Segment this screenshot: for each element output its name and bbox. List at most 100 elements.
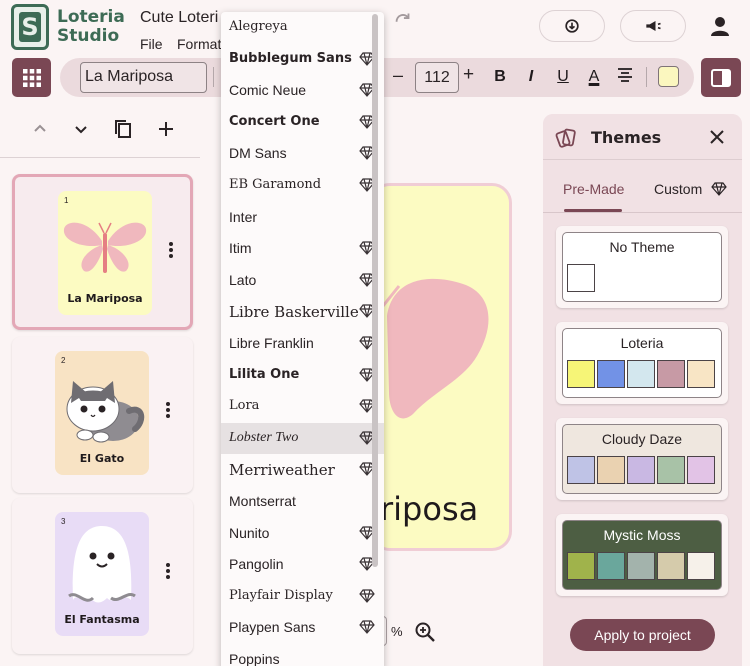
font-option[interactable]: Itim [221,233,384,264]
italic-button[interactable]: I [520,66,542,88]
side-panel-icon [711,68,731,87]
color-swatch [687,360,715,388]
font-option[interactable]: Alegreya [221,12,384,43]
font-option[interactable]: DM Sans [221,138,384,169]
font-option-label: DM Sans [229,145,287,162]
font-option[interactable]: Bubblegum Sans [221,44,384,75]
font-option-label: Inter [229,208,258,225]
font-option[interactable]: Playfair Display [221,581,384,612]
canvas-card-text[interactable]: riposa [380,490,478,528]
announcements-button[interactable] [620,10,686,42]
tab-custom[interactable]: Custom [654,181,702,197]
apply-to-project-button[interactable]: Apply to project [570,619,715,651]
theme-name: Mystic Moss [603,527,681,543]
document-title[interactable]: Cute Loteri [140,9,230,27]
color-swatch [687,552,715,580]
font-option-label: Alegreya [229,19,288,34]
decrease-font-size-button[interactable]: – [393,65,403,86]
zoom-in-icon [415,622,435,642]
card-menu-button[interactable] [165,402,171,422]
app-name-line2: Studio [57,26,120,46]
font-option[interactable]: Playpen Sans [221,612,384,643]
account-icon[interactable] [708,14,732,38]
font-option[interactable]: Inter [221,202,384,233]
font-option[interactable]: Lobster Two [221,422,384,454]
font-option[interactable]: Merriweather [221,454,384,485]
zoom-in-button[interactable] [414,621,436,643]
align-center-button[interactable] [614,66,636,88]
color-swatch [567,264,595,292]
card-menu-button[interactable] [168,242,174,262]
menu-format[interactable]: Format [177,36,221,52]
font-option[interactable]: Libre Baskerville [221,296,384,327]
menu-file[interactable]: File [140,36,163,52]
font-option[interactable]: Concert One [221,107,384,138]
move-up-button[interactable] [30,119,50,139]
cloud-download-icon [565,19,579,33]
theme-card[interactable]: No Theme [556,226,728,308]
app-logo: S [11,4,49,50]
zoom-percent-label: % [391,624,403,639]
font-option[interactable]: Lato [221,265,384,296]
color-swatch [657,360,685,388]
theme-preview: No Theme [562,232,722,302]
font-option-label: Pangolin [229,556,284,573]
font-option[interactable]: Poppins [221,644,384,666]
underline-button[interactable]: U [552,66,574,88]
font-option[interactable]: Lilita One [221,360,384,391]
text-color-button[interactable]: A [583,66,605,88]
add-card-button[interactable] [156,119,176,139]
increase-font-size-button[interactable]: + [463,64,474,86]
cards-grid-button[interactable] [12,58,51,97]
font-option-label: Lora [229,398,260,414]
color-swatch [687,456,715,484]
theme-preview: Mystic Moss [562,520,722,590]
color-swatch [567,360,595,388]
font-option[interactable]: Pangolin [221,549,384,580]
theme-name: No Theme [609,239,675,255]
font-option[interactable]: Comic Neue [221,75,384,106]
tab-premade[interactable]: Pre-Made [563,181,624,197]
premium-gem-icon [359,620,375,635]
font-option[interactable]: Nunito [221,518,384,549]
font-option[interactable]: Montserrat [221,486,384,517]
theme-card[interactable]: Cloudy Daze [556,418,728,500]
app-name: Loteria Studio [57,8,125,46]
color-swatch [627,456,655,484]
text-content-input[interactable]: La Mariposa [80,62,207,93]
font-option[interactable]: Lora [221,391,384,422]
card-label: El Fantasma [64,613,140,626]
font-menu-scrollbar[interactable] [372,14,378,567]
highlight-color-button[interactable] [658,66,679,87]
megaphone-icon [646,21,661,31]
font-option[interactable]: EB Garamond [221,170,384,201]
close-icon[interactable] [708,128,726,146]
save-status-button[interactable] [539,10,605,42]
font-option-label: Lobster Two [229,429,299,445]
align-center-icon [618,68,632,82]
card-list-item[interactable]: 2 El Gato [12,337,193,493]
font-size-input[interactable]: 112 [415,62,459,93]
theme-swatches [567,360,715,388]
theme-card[interactable]: Loteria [556,322,728,404]
font-option-label: Concert One [229,113,320,129]
theme-swatches [567,456,715,484]
theme-card[interactable]: Mystic Moss [556,514,728,596]
card-menu-button[interactable] [165,563,171,583]
color-swatch [627,360,655,388]
move-down-button[interactable] [71,119,91,139]
font-option[interactable]: Libre Franklin [221,328,384,359]
card-list-item[interactable]: 1 La Mariposa [12,174,193,330]
color-swatch [627,552,655,580]
font-dropdown-menu: Alegreya Bubblegum Sans Comic Neue Concert … [221,12,384,666]
card-list-item[interactable]: 3 El Fantasma [12,498,193,654]
font-option-label: Libre Franklin [229,335,314,351]
duplicate-card-button[interactable] [113,119,133,139]
toolbar-divider [646,67,647,87]
redo-icon[interactable] [392,8,414,30]
font-option-label: Merriweather [229,461,335,480]
font-option-label: Poppins [229,651,280,666]
bold-button[interactable]: B [489,66,511,88]
font-option-label: Comic Neue [229,82,307,99]
side-panel-toggle-button[interactable] [701,58,741,97]
